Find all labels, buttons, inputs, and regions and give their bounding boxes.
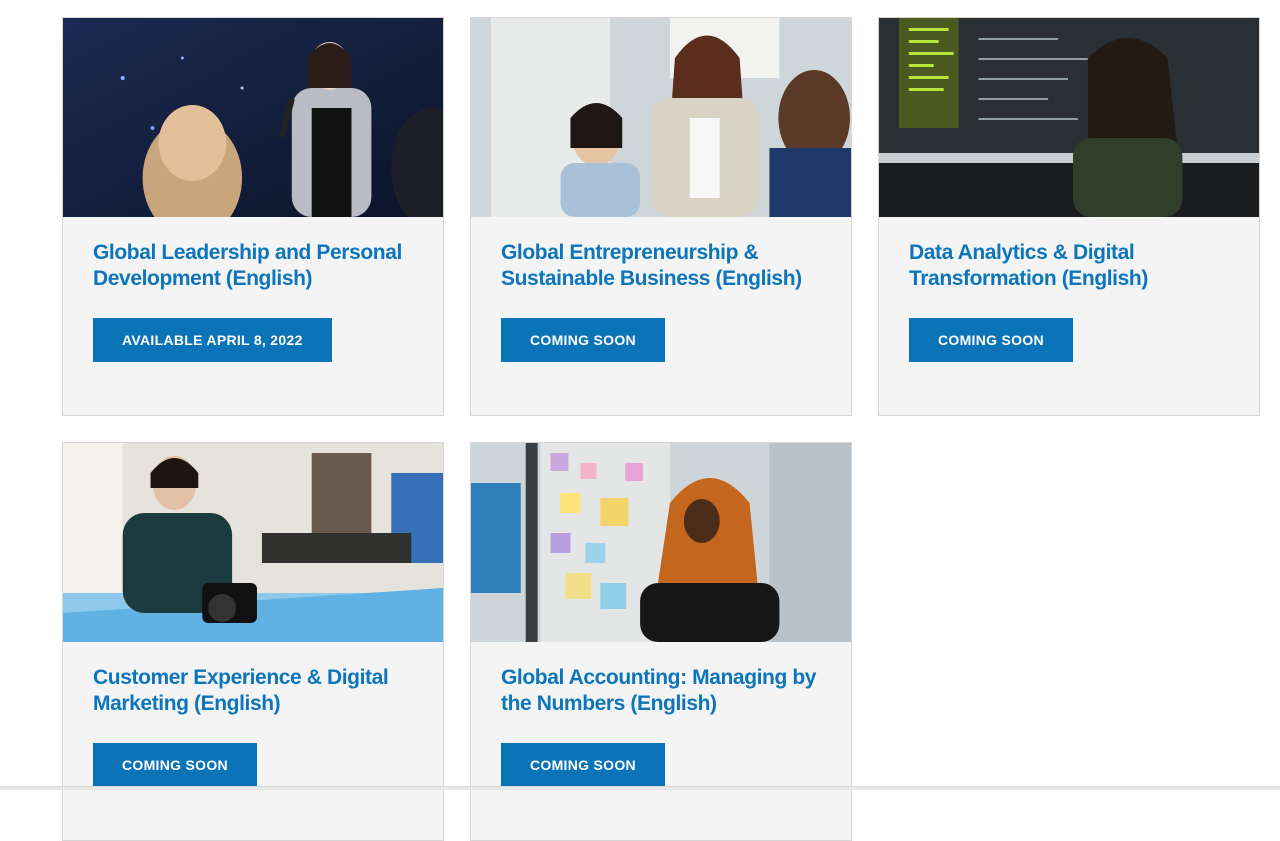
course-title[interactable]: Global Leadership and Personal Developme… xyxy=(93,240,423,292)
data-screens-photo xyxy=(879,18,1259,217)
woman-with-camera-photo xyxy=(63,443,443,642)
speaker-with-microphone-photo xyxy=(63,18,443,217)
coming-soon-button[interactable]: COMING SOON xyxy=(501,318,665,362)
course-title[interactable]: Customer Experience & Digital Marketing … xyxy=(93,665,423,717)
woman-at-sticky-note-wall-photo xyxy=(471,443,851,642)
coming-soon-button[interactable]: COMING SOON xyxy=(93,743,257,787)
page-bottom-edge xyxy=(0,786,1280,790)
course-title[interactable]: Global Entrepreneurship & Sustainable Bu… xyxy=(501,240,831,292)
available-date-button[interactable]: AVAILABLE APRIL 8, 2022 xyxy=(93,318,332,362)
course-title[interactable]: Global Accounting: Managing by the Numbe… xyxy=(501,665,831,717)
coming-soon-button[interactable]: COMING SOON xyxy=(501,743,665,787)
course-title[interactable]: Data Analytics & Digital Transformation … xyxy=(909,240,1239,292)
coming-soon-button[interactable]: COMING SOON xyxy=(909,318,1073,362)
course-card[interactable]: Global Leadership and Personal Developme… xyxy=(62,17,444,416)
course-card[interactable]: Global Accounting: Managing by the Numbe… xyxy=(470,442,852,841)
business-handshake-photo xyxy=(471,18,851,217)
course-card[interactable]: Data Analytics & Digital Transformation … xyxy=(878,17,1260,416)
course-card[interactable]: Global Entrepreneurship & Sustainable Bu… xyxy=(470,17,852,416)
course-card[interactable]: Customer Experience & Digital Marketing … xyxy=(62,442,444,841)
